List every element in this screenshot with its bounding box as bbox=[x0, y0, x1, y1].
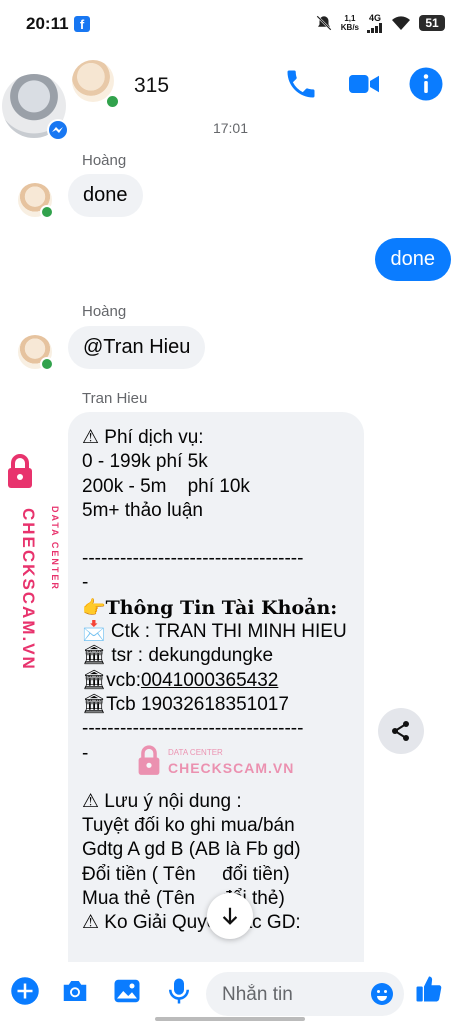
message-line: ⚠ Lưu ý nội dung : bbox=[82, 790, 242, 812]
account-number-link[interactable]: 0041000365432 bbox=[141, 670, 278, 691]
padlock-logo-icon bbox=[8, 454, 32, 488]
share-button[interactable] bbox=[378, 708, 424, 754]
gallery-icon[interactable] bbox=[112, 976, 142, 1006]
network-speed: 1,1 KB/s bbox=[341, 14, 359, 32]
composer-bar bbox=[0, 962, 461, 1024]
message-line: Đổi tiền ( Tên đổi tiền) bbox=[82, 863, 290, 885]
message-body: ⚠ Phí dịch vụ: 0 - 199k phí 5k 200k - 5m… bbox=[82, 426, 354, 936]
thumbs-up-icon[interactable] bbox=[414, 974, 444, 1004]
message-line: 📩 Ctk : TRAN THI MINH HIEU bbox=[82, 621, 347, 643]
sender-avatar[interactable] bbox=[18, 335, 54, 371]
message-line: - bbox=[82, 572, 89, 594]
message-line: 200k - 5m phí 10k bbox=[82, 475, 250, 497]
status-bar: 20:11 f 1,1 KB/s 4G 51 bbox=[0, 0, 461, 48]
watermark-tagline: DATA CENTER bbox=[168, 748, 223, 757]
padlock-logo-icon bbox=[138, 745, 160, 775]
message-line: ----------------------------------- bbox=[82, 718, 304, 740]
sender-avatar[interactable] bbox=[18, 183, 54, 219]
message-line: 👉Thông Tin Tài Khoản: bbox=[82, 596, 338, 619]
message-line: 5m+ thảo luận bbox=[82, 499, 203, 521]
message-line: ----------------------------------- bbox=[82, 548, 304, 570]
network-type: 4G bbox=[368, 13, 381, 23]
camera-icon[interactable] bbox=[60, 976, 90, 1006]
scroll-to-bottom-button[interactable] bbox=[207, 893, 253, 939]
navigation-handle[interactable] bbox=[155, 1017, 305, 1021]
microphone-icon[interactable] bbox=[164, 976, 194, 1006]
network-speed-unit: KB/s bbox=[340, 23, 359, 32]
watermark-brand: CHECKSCAM.VN bbox=[168, 760, 295, 776]
info-icon[interactable] bbox=[408, 66, 444, 102]
status-time: 20:11 bbox=[26, 14, 69, 33]
status-indicators: 1,1 KB/s 4G 51 bbox=[315, 13, 445, 33]
message-line: Tuyệt đối ko ghi mua/bán bbox=[82, 815, 295, 837]
plus-circle-icon[interactable] bbox=[10, 976, 40, 1006]
message-composer[interactable] bbox=[206, 972, 404, 1018]
message-line bbox=[82, 523, 354, 547]
facebook-notification-icon: f bbox=[74, 16, 90, 32]
battery-indicator: 51 bbox=[419, 15, 445, 31]
cellular-signal: 4G bbox=[367, 13, 383, 33]
wifi-icon bbox=[392, 16, 410, 30]
watermark-tagline: DATA CENTER bbox=[50, 506, 60, 591]
mute-bell-icon bbox=[316, 15, 332, 31]
conversation-header: 315 bbox=[0, 58, 461, 120]
sender-name: Hoàng bbox=[82, 303, 127, 320]
share-icon bbox=[392, 721, 409, 741]
message-input[interactable] bbox=[220, 972, 364, 1018]
message-line: 🏛vcb:0041000365432 bbox=[82, 669, 279, 691]
sender-name: Tran Hieu bbox=[82, 390, 148, 407]
sender-name: Hoàng bbox=[82, 152, 127, 169]
network-speed-value: 1,1 bbox=[344, 14, 356, 23]
video-call-icon[interactable] bbox=[346, 66, 382, 102]
incoming-message-bubble[interactable]: done bbox=[68, 174, 143, 217]
outgoing-message-bubble[interactable]: done bbox=[374, 238, 451, 281]
arrow-down-icon bbox=[222, 907, 238, 925]
message-line: 🏛Tcb 19032618351017 bbox=[82, 693, 289, 715]
message-timestamp: 17:01 bbox=[212, 120, 249, 136]
emoji-icon[interactable] bbox=[370, 982, 394, 1006]
incoming-message-bubble[interactable]: @Tran Hieu bbox=[68, 326, 206, 369]
conversation-title[interactable]: 315 bbox=[134, 74, 169, 98]
message-line: Gdtg A gd B (AB là Fb gd) bbox=[82, 839, 301, 861]
phone-call-icon[interactable] bbox=[283, 66, 319, 102]
message-line: 0 - 199k phí 5k bbox=[82, 451, 208, 473]
online-indicator bbox=[40, 205, 54, 219]
online-indicator bbox=[105, 94, 120, 109]
message-line: 🏛 tsr : dekungdungke bbox=[82, 645, 274, 667]
signal-bars-icon bbox=[367, 23, 382, 33]
message-line: ⚠ Phí dịch vụ: bbox=[82, 427, 204, 448]
online-indicator bbox=[40, 357, 54, 371]
incoming-long-message-bubble[interactable]: ⚠ Phí dịch vụ: 0 - 199k phí 5k 200k - 5m… bbox=[68, 412, 364, 972]
